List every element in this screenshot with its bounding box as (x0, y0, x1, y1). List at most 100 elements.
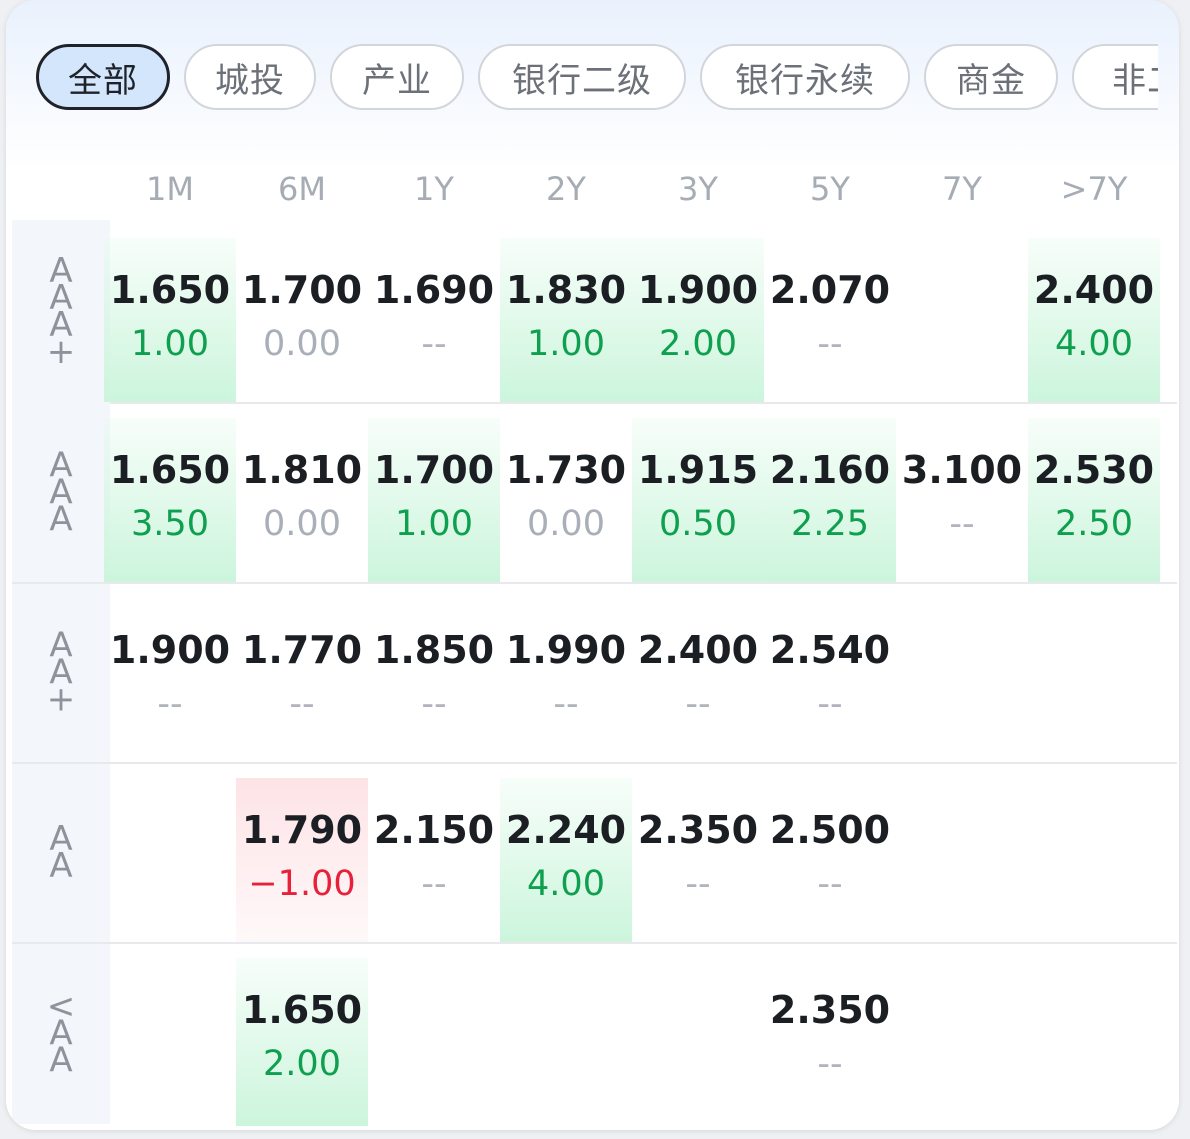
change-value: 2.00 (263, 1044, 341, 1084)
yield-value: 1.990 (505, 628, 627, 672)
yield-cell[interactable]: 1.700 0.00 (236, 238, 368, 402)
row-divider (12, 402, 1177, 404)
yield-cell[interactable]: 2.350 -- (764, 958, 896, 1126)
yield-cell[interactable]: 1.830 1.00 (500, 238, 632, 402)
change-value: 3.50 (131, 504, 209, 544)
tab-7[interactable]: 非二 (1072, 44, 1158, 110)
yield-cell[interactable]: 2.070 -- (764, 238, 896, 402)
change-value: 1.00 (527, 324, 605, 364)
yield-value: 2.350 (637, 808, 759, 852)
tab-4[interactable]: 银行二级 (478, 44, 686, 110)
yield-value: 1.915 (637, 448, 759, 492)
yield-cell[interactable]: 2.150 -- (368, 778, 500, 942)
column-header-1y: 1Y (414, 170, 454, 208)
yield-cell[interactable]: 1.650 1.00 (104, 238, 236, 402)
category-tabs[interactable]: 全部城投产业银行二级银行永续商金非二 (36, 44, 1158, 114)
yield-cell[interactable]: 1.650 2.00 (236, 958, 368, 1126)
rating-label-text: A A + (46, 625, 76, 720)
change-value: -- (685, 864, 711, 904)
rating-label-text: < A A (46, 986, 76, 1081)
yield-value: 2.150 (373, 808, 495, 852)
change-value: 1.00 (131, 324, 209, 364)
change-value: 0.00 (527, 504, 605, 544)
yield-value: 1.700 (373, 448, 495, 492)
yield-cell[interactable]: 1.900 -- (104, 598, 236, 762)
yield-value: 1.650 (109, 448, 231, 492)
rating-label-text: A A (49, 819, 73, 886)
yield-cell[interactable]: 2.350 -- (632, 778, 764, 942)
yield-cell[interactable]: 1.810 0.00 (236, 418, 368, 582)
rating-label: A A A (12, 404, 110, 582)
column-header-3y: 3Y (678, 170, 718, 208)
yield-matrix-card: 全部城投产业银行二级银行永续商金非二 1M 6M 1Y 2Y 3Y 5Y 7Y >7Y A A … (6, 0, 1179, 1130)
change-value: 4.00 (527, 864, 605, 904)
yield-value: 1.790 (241, 808, 363, 852)
tab-5[interactable]: 银行永续 (700, 44, 910, 110)
yield-value: 2.500 (769, 808, 891, 852)
tab-3[interactable]: 产业 (330, 44, 464, 110)
change-value: 1.00 (395, 504, 473, 544)
change-value: -- (817, 684, 843, 724)
change-value: 2.00 (659, 324, 737, 364)
rating-label: A A (12, 764, 110, 942)
column-header-gt7y: >7Y (1060, 170, 1128, 208)
change-value: 2.25 (791, 504, 869, 544)
tab-2[interactable]: 城投 (184, 44, 316, 110)
tab-1[interactable]: 全部 (36, 44, 170, 110)
yield-cell[interactable]: 1.915 0.50 (632, 418, 764, 582)
row-divider (12, 762, 1177, 764)
rating-label-text: A A A (49, 445, 73, 540)
change-value: -- (421, 324, 447, 364)
rating-label: A A A + (12, 220, 110, 404)
change-value: -- (817, 1044, 843, 1084)
change-value: 4.00 (1055, 324, 1133, 364)
change-value: -- (817, 864, 843, 904)
yield-value: 3.100 (901, 448, 1023, 492)
yield-value: 2.540 (769, 628, 891, 672)
change-value: -- (157, 684, 183, 724)
row-divider (12, 942, 1177, 944)
yield-cell[interactable]: 2.240 4.00 (500, 778, 632, 942)
change-value: -- (421, 684, 447, 724)
yield-cell[interactable]: 1.650 3.50 (104, 418, 236, 582)
column-header-1m: 1M (146, 170, 194, 208)
yield-cell[interactable]: 2.540 -- (764, 598, 896, 762)
yield-value: 1.830 (505, 268, 627, 312)
rating-label: < A A (12, 944, 110, 1124)
change-value: -- (685, 684, 711, 724)
tab-6[interactable]: 商金 (924, 44, 1058, 110)
yield-cell[interactable]: 1.770 -- (236, 598, 368, 762)
yield-value: 2.070 (769, 268, 891, 312)
change-value: -- (949, 504, 975, 544)
yield-cell[interactable]: 2.500 -- (764, 778, 896, 942)
change-value: -- (421, 864, 447, 904)
yield-value: 1.700 (241, 268, 363, 312)
yield-cell[interactable]: 2.400 -- (632, 598, 764, 762)
yield-value: 2.350 (769, 988, 891, 1032)
rating-label-text: A A A + (46, 251, 76, 372)
change-value: -- (289, 684, 315, 724)
yield-cell[interactable]: 1.690 -- (368, 238, 500, 402)
change-value: −1.00 (248, 864, 356, 904)
yield-cell[interactable]: 1.990 -- (500, 598, 632, 762)
yield-cell[interactable]: 1.850 -- (368, 598, 500, 762)
column-header-2y: 2Y (546, 170, 586, 208)
yield-cell[interactable]: 2.530 2.50 (1028, 418, 1160, 582)
yield-value: 1.900 (109, 628, 231, 672)
yield-value: 2.400 (637, 628, 759, 672)
yield-value: 2.160 (769, 448, 891, 492)
yield-cell[interactable]: 1.790 −1.00 (236, 778, 368, 942)
yield-cell[interactable]: 2.160 2.25 (764, 418, 896, 582)
change-value: 0.00 (263, 504, 341, 544)
change-value: 2.50 (1055, 504, 1133, 544)
yield-value: 2.530 (1033, 448, 1155, 492)
yield-value: 1.900 (637, 268, 759, 312)
yield-cell[interactable]: 1.700 1.00 (368, 418, 500, 582)
row-divider (12, 582, 1177, 584)
yield-cell[interactable]: 2.400 4.00 (1028, 238, 1160, 402)
yield-value: 2.240 (505, 808, 627, 852)
yield-cell[interactable]: 1.900 2.00 (632, 238, 764, 402)
yield-cell[interactable]: 1.730 0.00 (500, 418, 632, 582)
yield-cell[interactable]: 3.100 -- (896, 418, 1028, 582)
change-value: 0.50 (659, 504, 737, 544)
